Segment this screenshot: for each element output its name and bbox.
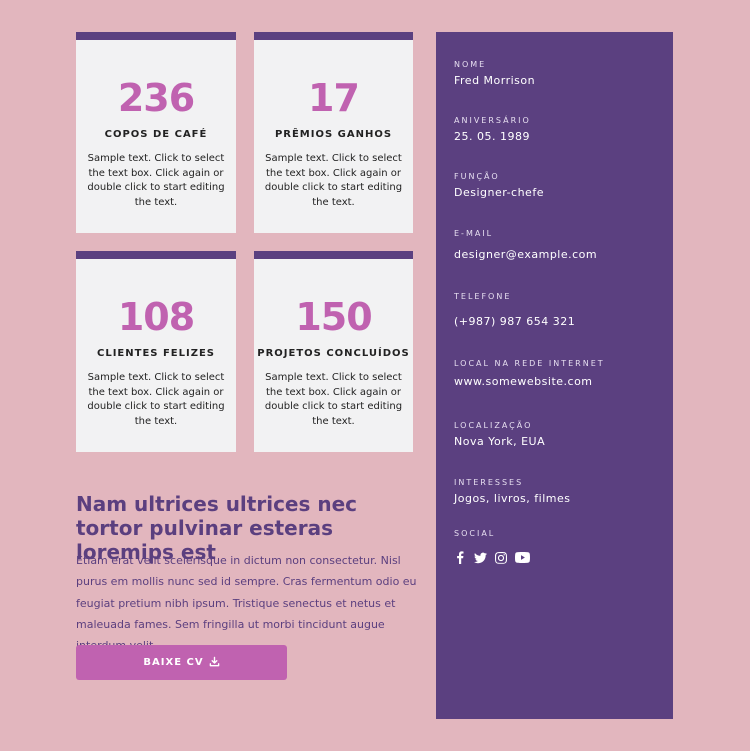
field-label: ANIVERSÁRIO [454,116,531,125]
youtube-icon[interactable] [515,552,530,563]
stat-label: CLIENTES FELIZES [96,348,215,359]
field-value: Fred Morrison [454,74,536,87]
field-value: Jogos, livros, filmes [454,492,571,505]
stat-value: 17 [308,76,360,120]
stat-description: Sample text. Click to select the text bo… [264,153,403,208]
field-label: INTERESSES [454,478,524,487]
intro-body: Etiam erat velit scelerisque in dictum n… [76,554,417,652]
stat-card-projects: 150 PROJETOS CONCLUÍDOS Sample text. Cli… [254,251,413,452]
stat-card-clients: 108 CLIENTES FELIZES Sample text. Click … [76,251,236,452]
stat-label: PRÊMIOS GANHOS [274,129,393,140]
stat-label: COPOS DE CAFÉ [104,129,208,140]
profile-location: LOCALIZAÇÃO Nova York, EUA [454,421,545,448]
email-value[interactable]: designer@example.com [454,248,597,261]
field-label: LOCAL NA REDE INTERNET [454,359,605,368]
profile-interests: INTERESSES Jogos, livros, filmes [454,478,570,505]
stat-value: 236 [117,76,195,120]
download-icon [209,656,220,670]
profile-phone: TELEFONE (+987) 987 654 321 [454,292,575,328]
profile-social: SOCIAL [454,529,495,538]
stat-description: Sample text. Click to select the text bo… [264,372,403,427]
social-links [454,551,530,564]
field-label: NOME [454,60,487,69]
twitter-icon[interactable] [474,552,487,564]
stat-description: Sample text. Click to select the text bo… [87,153,225,208]
field-value: Designer-chefe [454,186,544,199]
profile-website: LOCAL NA REDE INTERNET www.somewebsite.c… [454,359,605,388]
facebook-icon[interactable] [454,551,466,564]
profile-birthday: ANIVERSÁRIO 25. 05. 1989 [454,116,531,143]
stat-description: Sample text. Click to select the text bo… [87,372,225,427]
stat-value: 150 [295,295,372,339]
field-label: SOCIAL [454,529,496,538]
download-cv-label: BAIXE CV [143,657,204,668]
website-link[interactable]: www.somewebsite.com [454,375,605,388]
profile-name: NOME Fred Morrison [454,60,535,87]
field-label: TELEFONE [454,292,512,301]
field-label: LOCALIZAÇÃO [454,421,533,430]
field-label: E-MAIL [454,229,494,238]
field-value: 25. 05. 1989 [454,130,530,143]
profile-email: E-MAIL designer@example.com [454,229,597,261]
download-cv-button[interactable]: BAIXE CV [76,645,287,680]
stat-value: 108 [117,295,195,339]
instagram-icon[interactable] [495,551,507,564]
profile-role: FUNÇÃO Designer-chefe [454,172,544,199]
field-label: FUNÇÃO [454,172,500,181]
stat-label: PROJETOS CONCLUÍDOS [257,348,410,359]
stat-card-coffee: 236 COPOS DE CAFÉ Sample text. Click to … [76,32,236,233]
phone-value[interactable]: (+987) 987 654 321 [454,315,575,328]
stat-card-awards: 17 PRÊMIOS GANHOS Sample text. Click to … [254,32,413,233]
field-value: Nova York, EUA [454,435,546,448]
profile-panel: NOME Fred Morrison ANIVERSÁRIO 25. 05. 1… [436,32,673,719]
